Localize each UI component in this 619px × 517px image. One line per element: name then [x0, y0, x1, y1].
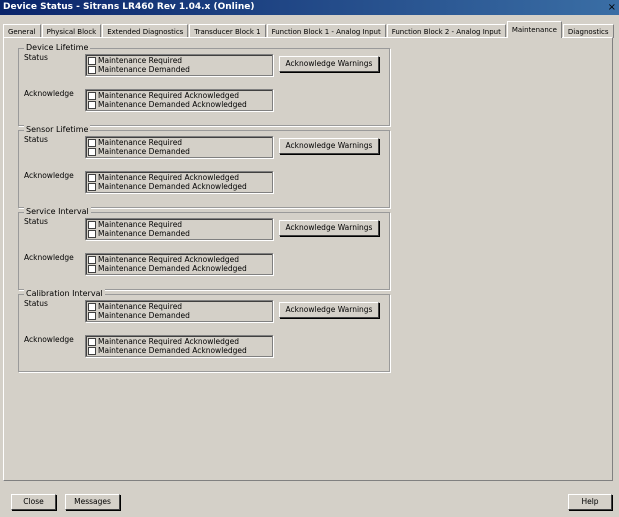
tab-extended-diagnostics[interactable]: Extended Diagnostics	[102, 24, 189, 38]
group-title: Sensor Lifetime	[24, 125, 91, 134]
acknowledge-label: Acknowledge	[24, 89, 74, 98]
checkbox-icon[interactable]	[88, 91, 96, 100]
checkbox-label: Maintenance Demanded	[98, 65, 190, 74]
checkbox-demanded-acknowledged[interactable]: Maintenance Demanded Acknowledged	[86, 264, 272, 273]
acknowledge-label: Acknowledge	[24, 335, 74, 344]
checkbox-label: Maintenance Required Acknowledged	[98, 91, 239, 100]
group-title: Calibration Interval	[24, 289, 105, 298]
acknowledge-warnings-button[interactable]: Acknowledge Warnings	[279, 138, 379, 154]
checkbox-maintenance-required[interactable]: Maintenance Required	[86, 302, 272, 311]
checkbox-icon[interactable]	[88, 65, 96, 74]
status-checkbox-group: Maintenance Required Maintenance Demande…	[85, 218, 273, 240]
group-title: Device Lifetime	[24, 43, 91, 52]
checkbox-label: Maintenance Required Acknowledged	[98, 255, 239, 264]
checkbox-label: Maintenance Required	[98, 302, 183, 311]
checkbox-label: Maintenance Required	[98, 56, 183, 65]
checkbox-icon[interactable]	[88, 100, 96, 109]
group-title: Service Interval	[24, 207, 91, 216]
group-calibration-interval: Calibration Interval Status Maintenance …	[18, 289, 390, 372]
status-label: Status	[24, 217, 48, 226]
help-button[interactable]: Help	[568, 494, 612, 510]
acknowledge-checkbox-group: Maintenance Required Acknowledged Mainte…	[85, 89, 273, 111]
status-label: Status	[24, 299, 48, 308]
group-device-lifetime: Device Lifetime Status Maintenance Requi…	[18, 43, 390, 126]
checkbox-label: Maintenance Demanded	[98, 147, 190, 156]
checkbox-label: Maintenance Demanded Acknowledged	[98, 346, 247, 355]
close-button[interactable]: Close	[11, 494, 56, 510]
checkbox-icon[interactable]	[88, 147, 96, 156]
checkbox-demanded-acknowledged[interactable]: Maintenance Demanded Acknowledged	[86, 346, 272, 355]
checkbox-icon[interactable]	[88, 138, 96, 147]
checkbox-maintenance-demanded[interactable]: Maintenance Demanded	[86, 65, 272, 74]
checkbox-required-acknowledged[interactable]: Maintenance Required Acknowledged	[86, 337, 272, 346]
status-checkbox-group: Maintenance Required Maintenance Demande…	[85, 136, 273, 158]
checkbox-required-acknowledged[interactable]: Maintenance Required Acknowledged	[86, 173, 272, 182]
checkbox-icon[interactable]	[88, 229, 96, 238]
status-label: Status	[24, 53, 48, 62]
acknowledge-warnings-button[interactable]: Acknowledge Warnings	[279, 220, 379, 236]
acknowledge-warnings-button[interactable]: Acknowledge Warnings	[279, 302, 379, 318]
checkbox-icon[interactable]	[88, 346, 96, 355]
acknowledge-checkbox-group: Maintenance Required Acknowledged Mainte…	[85, 335, 273, 357]
close-icon[interactable]: ×	[608, 0, 616, 15]
checkbox-label: Maintenance Demanded Acknowledged	[98, 264, 247, 273]
acknowledge-checkbox-group: Maintenance Required Acknowledged Mainte…	[85, 171, 273, 193]
messages-button[interactable]: Messages	[65, 494, 120, 510]
checkbox-required-acknowledged[interactable]: Maintenance Required Acknowledged	[86, 91, 272, 100]
status-checkbox-group: Maintenance Required Maintenance Demande…	[85, 54, 273, 76]
group-sensor-lifetime: Sensor Lifetime Status Maintenance Requi…	[18, 125, 390, 208]
checkbox-demanded-acknowledged[interactable]: Maintenance Demanded Acknowledged	[86, 100, 272, 109]
checkbox-demanded-acknowledged[interactable]: Maintenance Demanded Acknowledged	[86, 182, 272, 191]
status-label: Status	[24, 135, 48, 144]
tab-strip: General Physical Block Extended Diagnost…	[3, 21, 616, 38]
status-checkbox-group: Maintenance Required Maintenance Demande…	[85, 300, 273, 322]
window-title-bar: Device Status - Sitrans LR460 Rev 1.04.x…	[0, 0, 619, 15]
checkbox-maintenance-required[interactable]: Maintenance Required	[86, 138, 272, 147]
acknowledge-label: Acknowledge	[24, 253, 74, 262]
tab-physical-block[interactable]: Physical Block	[41, 24, 102, 38]
checkbox-icon[interactable]	[88, 220, 96, 229]
checkbox-icon[interactable]	[88, 56, 96, 65]
checkbox-label: Maintenance Required Acknowledged	[98, 173, 239, 182]
checkbox-required-acknowledged[interactable]: Maintenance Required Acknowledged	[86, 255, 272, 264]
tab-maintenance[interactable]: Maintenance	[506, 21, 562, 38]
checkbox-label: Maintenance Demanded	[98, 311, 190, 320]
checkbox-label: Maintenance Required Acknowledged	[98, 337, 239, 346]
maintenance-panel: Device Lifetime Status Maintenance Requi…	[3, 37, 613, 481]
checkbox-maintenance-required[interactable]: Maintenance Required	[86, 56, 272, 65]
checkbox-label: Maintenance Demanded	[98, 229, 190, 238]
acknowledge-checkbox-group: Maintenance Required Acknowledged Mainte…	[85, 253, 273, 275]
checkbox-label: Maintenance Demanded Acknowledged	[98, 100, 247, 109]
checkbox-maintenance-demanded[interactable]: Maintenance Demanded	[86, 147, 272, 156]
acknowledge-label: Acknowledge	[24, 171, 74, 180]
group-service-interval: Service Interval Status Maintenance Requ…	[18, 207, 390, 290]
checkbox-label: Maintenance Demanded Acknowledged	[98, 182, 247, 191]
tab-transducer-block-1[interactable]: Transducer Block 1	[189, 24, 266, 38]
checkbox-icon[interactable]	[88, 264, 96, 273]
checkbox-icon[interactable]	[88, 182, 96, 191]
tab-function-block-1[interactable]: Function Block 1 - Analog Input	[266, 24, 386, 38]
window-title: Device Status - Sitrans LR460 Rev 1.04.x…	[3, 2, 255, 12]
checkbox-maintenance-demanded[interactable]: Maintenance Demanded	[86, 229, 272, 238]
tab-diagnostics[interactable]: Diagnostics	[562, 24, 614, 38]
checkbox-label: Maintenance Required	[98, 138, 183, 147]
checkbox-icon[interactable]	[88, 255, 96, 264]
checkbox-label: Maintenance Required	[98, 220, 183, 229]
checkbox-maintenance-demanded[interactable]: Maintenance Demanded	[86, 311, 272, 320]
checkbox-icon[interactable]	[88, 311, 96, 320]
tab-general[interactable]: General	[3, 24, 41, 38]
checkbox-icon[interactable]	[88, 337, 96, 346]
checkbox-maintenance-required[interactable]: Maintenance Required	[86, 220, 272, 229]
tab-function-block-2[interactable]: Function Block 2 - Analog Input	[386, 24, 506, 38]
checkbox-icon[interactable]	[88, 173, 96, 182]
checkbox-icon[interactable]	[88, 302, 96, 311]
acknowledge-warnings-button[interactable]: Acknowledge Warnings	[279, 56, 379, 72]
